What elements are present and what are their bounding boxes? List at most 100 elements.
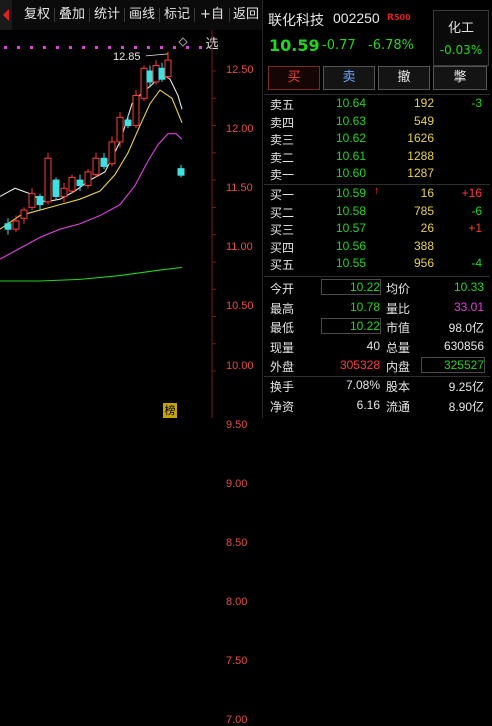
stat-value: 10.22	[321, 279, 381, 295]
stat-value: 33.01	[453, 299, 484, 314]
stat-label: 外盘	[270, 360, 295, 375]
stat-label: 现量	[270, 340, 295, 355]
limit-up-marker	[17, 46, 20, 49]
candle-body	[164, 59, 172, 77]
stat-label: 最高	[270, 301, 295, 316]
sell_orders-level-label: 卖二	[270, 150, 295, 165]
sector-name: 化工	[447, 21, 474, 36]
stat-value: 9.25亿	[448, 380, 484, 394]
high-annotation-line	[145, 53, 169, 57]
stat-value: 10.33	[453, 280, 484, 294]
stats-row: 换手 7.08% 股本 9.25亿	[262, 376, 492, 396]
stat-label: 内盘	[386, 360, 411, 375]
back-button[interactable]: 返回	[230, 0, 262, 30]
stock-code: 002250	[333, 10, 380, 26]
candle-body	[140, 67, 148, 99]
limit-up-marker	[199, 46, 202, 49]
candle-body	[84, 171, 92, 187]
price-tick-label: 7.50	[226, 655, 248, 667]
stock-app-window: 复权 叠加 统计 画线 标记 +自选 返回 12.85 12.50 12.00 11…	[0, 0, 492, 726]
buy_orders-level-label: 买三	[270, 223, 295, 237]
candlestick-chart[interactable]: 12.85	[0, 30, 262, 418]
candle-body	[108, 141, 116, 165]
buy_orders-volume-change: +16	[461, 186, 482, 200]
candle-body	[100, 157, 108, 167]
ma10-line	[0, 89, 183, 230]
statistics-button[interactable]: 统计	[90, 0, 124, 30]
ranking-tag[interactable]: 榜	[163, 403, 177, 418]
limit-up-marker	[173, 46, 176, 49]
sector-box[interactable]: 化工 -0.03%	[433, 10, 489, 66]
sell_orders-price: 10.60	[336, 166, 367, 180]
sell_orders-level-label: 卖四	[270, 115, 295, 130]
sell_orders-row[interactable]: 卖三 10.62 1626	[262, 131, 492, 147]
stat-value: 8.90亿	[448, 399, 484, 414]
sell_orders-price: 10.62	[336, 131, 367, 145]
limit-up-marker	[30, 46, 33, 49]
overlay-button[interactable]: 叠加	[55, 0, 89, 30]
collapse-left-icon[interactable]	[0, 0, 12, 30]
alert-button[interactable]: 撆	[433, 66, 487, 90]
restore-rights-button[interactable]: 复权	[20, 0, 54, 30]
stat-value: 10.22	[321, 318, 381, 335]
sell-button[interactable]: 卖	[323, 66, 375, 90]
sell_orders-row[interactable]: 卖一 10.60 1287	[262, 166, 492, 182]
chart-toolbar: 复权 叠加 统计 画线 标记 +自选 返回	[0, 0, 262, 52]
stat-value: 7.08%	[345, 378, 380, 392]
candle-body	[132, 95, 140, 127]
limit-up-marker	[95, 46, 98, 49]
price-tick-label: 9.50	[226, 418, 248, 431]
sell_orders-price: 10.61	[336, 148, 367, 163]
limit-up-marker	[82, 46, 85, 49]
add-watchlist-button[interactable]: +自选	[195, 0, 229, 52]
stat-value: 325527	[421, 357, 485, 374]
candle-body	[177, 168, 185, 176]
limit-up-marker	[108, 46, 111, 49]
buy_orders-row[interactable]: 买一 10.59 ↑ 16 +16	[262, 185, 492, 202]
buy_orders-volume: 388	[413, 238, 434, 253]
sell_orders-row[interactable]: 卖五 10.64 192 -3	[262, 96, 492, 112]
stat-label: 净资	[270, 399, 295, 414]
sell_orders-row[interactable]: 卖二 10.61 1288	[262, 149, 492, 165]
stat-value: 630856	[443, 338, 484, 353]
stat-label: 均价	[386, 282, 411, 296]
price-tick-label: 10.00	[226, 359, 254, 372]
mark-button[interactable]: 标记	[160, 0, 194, 30]
stats-row: 今开 10.22 均价 10.33	[262, 278, 492, 298]
buy_orders-row[interactable]: 买二 10.58 785 -6	[262, 204, 492, 220]
stat-label: 股本	[386, 380, 411, 394]
stats-row: 现量 40 总量 630856	[262, 337, 492, 357]
divider	[264, 276, 490, 277]
sell_orders-volume: 549	[413, 113, 434, 128]
draw-line-button[interactable]: 画线	[125, 0, 159, 30]
candle-body	[152, 65, 160, 83]
buy_orders-row[interactable]: 买五 10.55 956 -4	[262, 256, 492, 272]
stat-label: 市值	[386, 321, 411, 336]
cancel-order-button[interactable]: 撤	[378, 66, 430, 90]
stat-label: 换手	[270, 380, 295, 394]
candle-body	[12, 220, 20, 230]
candle-body	[116, 116, 124, 143]
sell_orders-volume: 1626	[407, 131, 434, 145]
buy_orders-row[interactable]: 买四 10.56 388	[262, 239, 492, 255]
buy_orders-level-label: 买四	[270, 240, 295, 255]
buy_orders-volume-change: -4	[471, 256, 482, 270]
margin-badge: R500	[387, 13, 411, 23]
buy_orders-volume-change: +1	[468, 221, 482, 235]
stat-label: 量比	[386, 301, 411, 316]
buy-button[interactable]: 买	[268, 66, 320, 90]
candle-body	[68, 176, 76, 192]
limit-up-marker	[43, 46, 46, 49]
stat-value: 40	[366, 338, 380, 353]
price-tick-label: 12.50	[226, 64, 254, 76]
price-change: -0.77	[322, 38, 356, 53]
up-arrow-icon: ↑	[374, 185, 380, 197]
sell_orders-row[interactable]: 卖四 10.63 549	[262, 114, 492, 130]
margin-badge-letter: R	[387, 13, 394, 23]
buy_orders-row[interactable]: 买三 10.57 26 +1	[262, 221, 492, 237]
limit-up-marker	[56, 46, 59, 49]
price-tick-label: 7.00	[226, 714, 248, 726]
stat-label: 流通	[386, 399, 411, 414]
candle-body	[36, 195, 44, 206]
buy_orders-volume-change: -6	[471, 203, 482, 218]
